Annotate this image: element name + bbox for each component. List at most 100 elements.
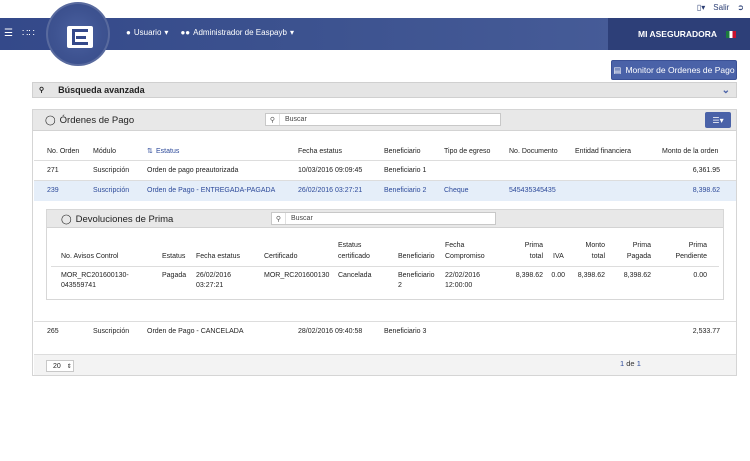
page-size-select[interactable]: 20 ⇕ <box>46 360 74 372</box>
orders-menu-button[interactable]: ☰▾ <box>705 112 731 128</box>
column-header[interactable]: Pendiente <box>667 253 707 260</box>
orders-panel-title: ◯ Órdenes de Pago <box>45 115 134 126</box>
pagination-info: 1 de 1 <box>620 359 641 368</box>
column-header[interactable]: Prima <box>619 242 651 249</box>
table-cell: Orden de pago preautorizada <box>147 167 239 174</box>
column-header[interactable]: Estatus <box>162 253 185 260</box>
divider <box>34 160 736 161</box>
table-cell: 545435345435 <box>509 187 556 194</box>
column-header[interactable]: total <box>521 253 543 260</box>
table-cell: Cheque <box>444 187 469 194</box>
table-cell: 28/02/2016 09:40:58 <box>298 328 363 335</box>
advanced-search-bar[interactable]: ⚲ Búsqueda avanzada ⌄ <box>32 82 737 98</box>
divider <box>51 266 719 267</box>
exit-link[interactable]: Salir <box>713 3 729 12</box>
column-header[interactable]: Pagada <box>619 253 651 260</box>
column-header[interactable]: No. Orden <box>47 148 79 155</box>
table-cell: 2 <box>398 282 402 289</box>
table-cell[interactable]: 043559741 <box>61 282 96 289</box>
admin-menu[interactable]: ●● Administrador de Easpayb ▾ <box>180 28 294 37</box>
divider <box>34 321 736 322</box>
orders-search-input[interactable]: ⚲ Buscar <box>265 113 501 126</box>
column-header[interactable]: Estatus <box>338 242 361 249</box>
hamburger-menu-icon[interactable]: ☰ <box>4 28 13 39</box>
main-navbar: ☰ ∷∷ ● Usuario ▾ ●● Administrador de Eas… <box>0 2 750 66</box>
devoluciones-panel-header: ◯ Devoluciones de Prima ⚲ Buscar <box>47 210 723 228</box>
app-logo[interactable] <box>46 2 110 66</box>
table-cell: Beneficiario 3 <box>384 328 427 335</box>
total-pages[interactable]: 1 <box>637 359 641 368</box>
orders-panel-header: ◯ Órdenes de Pago ⚲ Buscar ☰▾ <box>33 110 736 131</box>
column-header[interactable]: Prima <box>667 242 707 249</box>
column-header[interactable]: total <box>583 253 605 260</box>
table-cell: 22/02/2016 <box>445 272 481 279</box>
top-bar-actions: ▯▾ Salir ➲ <box>697 3 744 12</box>
users-group-icon: ●● <box>180 28 191 37</box>
orders-panel: ◯ Órdenes de Pago ⚲ Buscar ☰▾ No. Orden … <box>32 109 737 376</box>
table-cell: Beneficiario 2 <box>384 187 427 194</box>
column-header[interactable]: Prima <box>521 242 543 249</box>
search-icon: ⚲ <box>272 213 286 224</box>
table-cell: Suscripción <box>93 187 130 194</box>
column-header[interactable]: Fecha estatus <box>196 253 240 260</box>
mexico-flag-icon <box>726 30 737 38</box>
table-cell: 0.00 <box>551 272 565 279</box>
exit-icon[interactable]: ➲ <box>737 3 744 12</box>
column-header[interactable]: Tipo de egreso <box>444 148 490 155</box>
table-cell: Suscripción <box>93 167 130 174</box>
orders-search-placeholder: Buscar <box>285 116 307 123</box>
sort-icon[interactable]: ⇅ <box>147 147 153 155</box>
column-header[interactable]: No. Documento <box>509 148 558 155</box>
table-cell: 26/02/2016 03:27:21 <box>298 187 363 194</box>
column-header[interactable]: Fecha estatus <box>298 148 342 155</box>
search-icon: ⚲ <box>266 114 280 125</box>
table-cell: 10/03/2016 09:09:45 <box>298 167 363 174</box>
column-header[interactable]: certificado <box>338 253 370 260</box>
table-cell: Orden de Pago - CANCELADA <box>147 328 244 335</box>
chevron-down-icon: ▾ <box>164 28 169 37</box>
column-header[interactable]: Entidad financiera <box>575 148 631 155</box>
table-cell: Cancelada <box>338 272 372 279</box>
column-header[interactable]: Certificado <box>264 253 297 260</box>
column-header-sorted[interactable]: Estatus <box>156 148 179 155</box>
notifications-icon[interactable]: ▯▾ <box>697 3 705 12</box>
devoluciones-search-input[interactable]: ⚲ Buscar <box>271 212 496 225</box>
devoluciones-title-text: Devoluciones de Prima <box>75 214 174 225</box>
devoluciones-panel-title: ◯ Devoluciones de Prima <box>61 214 173 225</box>
column-header[interactable]: Módulo <box>93 148 116 155</box>
table-cell: 12:00:00 <box>445 282 473 289</box>
brand-box: MI ASEGURADORA <box>608 18 750 50</box>
nav-left-icons: ☰ ∷∷ <box>4 28 35 39</box>
table-cell: 8,398.62 <box>623 272 651 279</box>
user-menu-label: Usuario <box>133 28 162 37</box>
table-cell: 26/02/2016 <box>196 272 232 279</box>
apps-grid-icon[interactable]: ∷∷ <box>22 28 35 39</box>
chevron-down-icon: ▾ <box>289 28 294 37</box>
column-header[interactable]: No. Avisos Control <box>61 253 118 260</box>
table-cell: 8,398.62 <box>515 272 543 279</box>
table-cell[interactable]: 265 <box>47 328 59 335</box>
column-header[interactable]: Monto de la orden <box>662 148 718 155</box>
table-cell: Orden de Pago - ENTREGADA-PAGADA <box>147 187 276 194</box>
nav-menu: ● Usuario ▾ ●● Administrador de Easpayb … <box>126 28 294 37</box>
table-cell: 8,398.62 <box>692 187 720 194</box>
column-header[interactable]: Monto <box>583 242 605 249</box>
table-cell[interactable]: 271 <box>47 167 59 174</box>
table-cell[interactable]: 239 <box>47 187 59 194</box>
spinner-icon: ◯ <box>61 214 72 225</box>
table-cell: Beneficiario <box>398 272 435 279</box>
column-header[interactable]: Compromiso <box>445 253 485 260</box>
monitor-orders-label: Monitor de Ordenes de Pago <box>625 65 735 75</box>
column-header[interactable]: Beneficiario <box>384 148 421 155</box>
admin-menu-label: Administrador de Easpayb <box>193 28 287 37</box>
user-icon: ● <box>126 28 131 37</box>
logo-e-icon <box>67 26 93 48</box>
column-header[interactable]: IVA <box>553 253 564 260</box>
current-page[interactable]: 1 <box>620 359 624 368</box>
column-header[interactable]: Fecha <box>445 242 464 249</box>
chevron-down-icon[interactable]: ⌄ <box>722 85 730 96</box>
table-cell[interactable]: MOR_RC201600130- <box>61 272 129 279</box>
column-header[interactable]: Beneficiario <box>398 253 435 260</box>
user-menu[interactable]: ● Usuario ▾ <box>126 28 168 37</box>
monitor-orders-button[interactable]: ▤ Monitor de Ordenes de Pago <box>611 60 737 80</box>
